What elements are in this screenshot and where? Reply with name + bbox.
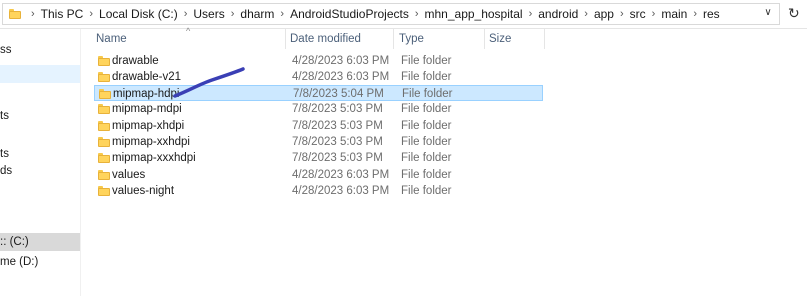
- file-type: File folder: [401, 136, 452, 148]
- breadcrumb-main[interactable]: main: [661, 7, 687, 21]
- column-divider[interactable]: [544, 29, 545, 49]
- sidebar-item-volume-d[interactable]: me (D:): [0, 253, 80, 271]
- file-date-modified: 7/8/2023 5:03 PM: [292, 103, 383, 115]
- folder-icon: [98, 170, 110, 180]
- chevron-right-icon: ›: [183, 8, 188, 20]
- file-row[interactable]: drawable 4/28/2023 6:03 PM File folder: [94, 53, 543, 69]
- sidebar-item-downloads[interactable]: ds: [0, 162, 80, 180]
- file-name: drawable: [112, 55, 159, 67]
- breadcrumb-app[interactable]: app: [594, 7, 614, 21]
- file-type: File folder: [401, 55, 452, 67]
- file-type: File folder: [401, 152, 452, 164]
- file-type: File folder: [401, 169, 452, 181]
- file-name: values-night: [112, 185, 175, 197]
- breadcrumb-this-pc[interactable]: This PC: [41, 7, 84, 21]
- column-divider[interactable]: [393, 29, 394, 49]
- folder-icon: [98, 104, 110, 114]
- file-row[interactable]: mipmap-mdpi 7/8/2023 5:03 PM File folder: [94, 101, 543, 117]
- chevron-right-icon: ›: [584, 8, 588, 20]
- breadcrumb-src[interactable]: src: [630, 7, 646, 21]
- column-divider[interactable]: [484, 29, 485, 49]
- file-type: File folder: [401, 103, 452, 115]
- sidebar-item-documents[interactable]: ts: [0, 107, 80, 125]
- file-row-selected[interactable]: mipmap-hdpi 7/8/2023 5:04 PM File folder: [94, 85, 543, 101]
- chevron-down-icon[interactable]: ∨: [761, 6, 775, 20]
- sidebar-item-selected[interactable]: [0, 65, 80, 83]
- column-header-size[interactable]: Size: [489, 29, 539, 49]
- file-date-modified: 7/8/2023 5:03 PM: [292, 136, 383, 148]
- file-type: File folder: [401, 185, 452, 197]
- chevron-right-icon: ›: [280, 8, 285, 20]
- breadcrumb-android[interactable]: android: [538, 7, 578, 21]
- chevron-right-icon: ›: [230, 8, 235, 20]
- chevron-right-icon: ›: [528, 8, 533, 20]
- file-row[interactable]: mipmap-xhdpi 7/8/2023 5:03 PM File folde…: [94, 118, 543, 134]
- chevron-right-icon: ›: [651, 8, 656, 20]
- breadcrumb-res[interactable]: res: [703, 7, 720, 21]
- file-date-modified: 7/8/2023 5:03 PM: [292, 152, 383, 164]
- folder-icon: [98, 72, 110, 82]
- file-name: values: [112, 169, 146, 181]
- file-date-modified: 7/8/2023 5:03 PM: [292, 120, 383, 132]
- folder-icon: [9, 9, 21, 19]
- chevron-right-icon: ›: [619, 8, 624, 20]
- file-name: mipmap-xxhdpi: [112, 136, 190, 148]
- file-type: File folder: [401, 120, 452, 132]
- file-name: mipmap-xxxhdpi: [112, 152, 196, 164]
- file-name: mipmap-xhdpi: [112, 120, 185, 132]
- sidebar-item-pictures[interactable]: ts: [0, 145, 80, 163]
- file-name: mipmap-hdpi: [113, 88, 180, 100]
- folder-icon: [99, 89, 111, 99]
- navigation-pane: ss ts ts ds :: (C:) me (D:): [0, 29, 81, 296]
- breadcrumb-local-disk[interactable]: Local Disk (C:): [99, 7, 178, 21]
- file-date-modified: 7/8/2023 5:04 PM: [293, 88, 384, 100]
- breadcrumb[interactable]: › This PC › Local Disk (C:) › Users › dh…: [2, 3, 780, 25]
- breadcrumb-mhn-app-hospital[interactable]: mhn_app_hospital: [425, 7, 523, 21]
- breadcrumb-users[interactable]: Users: [193, 7, 224, 21]
- file-row[interactable]: values-night 4/28/2023 6:03 PM File fold…: [94, 183, 543, 199]
- breadcrumb-dharm[interactable]: dharm: [240, 7, 274, 21]
- file-name: mipmap-mdpi: [112, 103, 182, 115]
- address-bar: › This PC › Local Disk (C:) › Users › dh…: [0, 0, 807, 29]
- file-type: File folder: [402, 88, 453, 100]
- file-row[interactable]: drawable-v21 4/28/2023 6:03 PM File fold…: [94, 69, 543, 85]
- file-date-modified: 4/28/2023 6:03 PM: [292, 169, 390, 181]
- chevron-right-icon: ›: [89, 8, 94, 20]
- file-name: drawable-v21: [112, 71, 182, 83]
- file-date-modified: 4/28/2023 6:03 PM: [292, 185, 390, 197]
- file-row[interactable]: mipmap-xxxhdpi 7/8/2023 5:03 PM File fol…: [94, 150, 543, 166]
- file-row[interactable]: mipmap-xxhdpi 7/8/2023 5:03 PM File fold…: [94, 134, 543, 150]
- file-date-modified: 4/28/2023 6:03 PM: [292, 71, 390, 83]
- column-header-name[interactable]: Name: [96, 29, 276, 49]
- breadcrumb-androidstudioprojects[interactable]: AndroidStudioProjects: [290, 7, 409, 21]
- refresh-icon[interactable]: ↻: [788, 5, 802, 21]
- file-date-modified: 4/28/2023 6:03 PM: [292, 55, 390, 67]
- file-type: File folder: [401, 71, 452, 83]
- column-header-date-modified[interactable]: Date modified: [290, 29, 390, 49]
- sidebar-item-local-disk-c[interactable]: :: (C:): [0, 233, 80, 251]
- chevron-right-icon: ›: [31, 8, 35, 20]
- sidebar-item-quick-access[interactable]: ss: [0, 41, 80, 59]
- column-divider[interactable]: [285, 29, 286, 49]
- file-list: ^ Name Date modified Type Size drawable …: [82, 26, 807, 296]
- folder-icon: [98, 153, 110, 163]
- folder-icon: [98, 186, 110, 196]
- file-row[interactable]: values 4/28/2023 6:03 PM File folder: [94, 167, 543, 183]
- folder-icon: [98, 121, 110, 131]
- folder-icon: [98, 56, 110, 66]
- chevron-right-icon: ›: [693, 8, 698, 20]
- column-header-type[interactable]: Type: [399, 29, 479, 49]
- folder-icon: [98, 137, 110, 147]
- chevron-right-icon: ›: [414, 8, 419, 20]
